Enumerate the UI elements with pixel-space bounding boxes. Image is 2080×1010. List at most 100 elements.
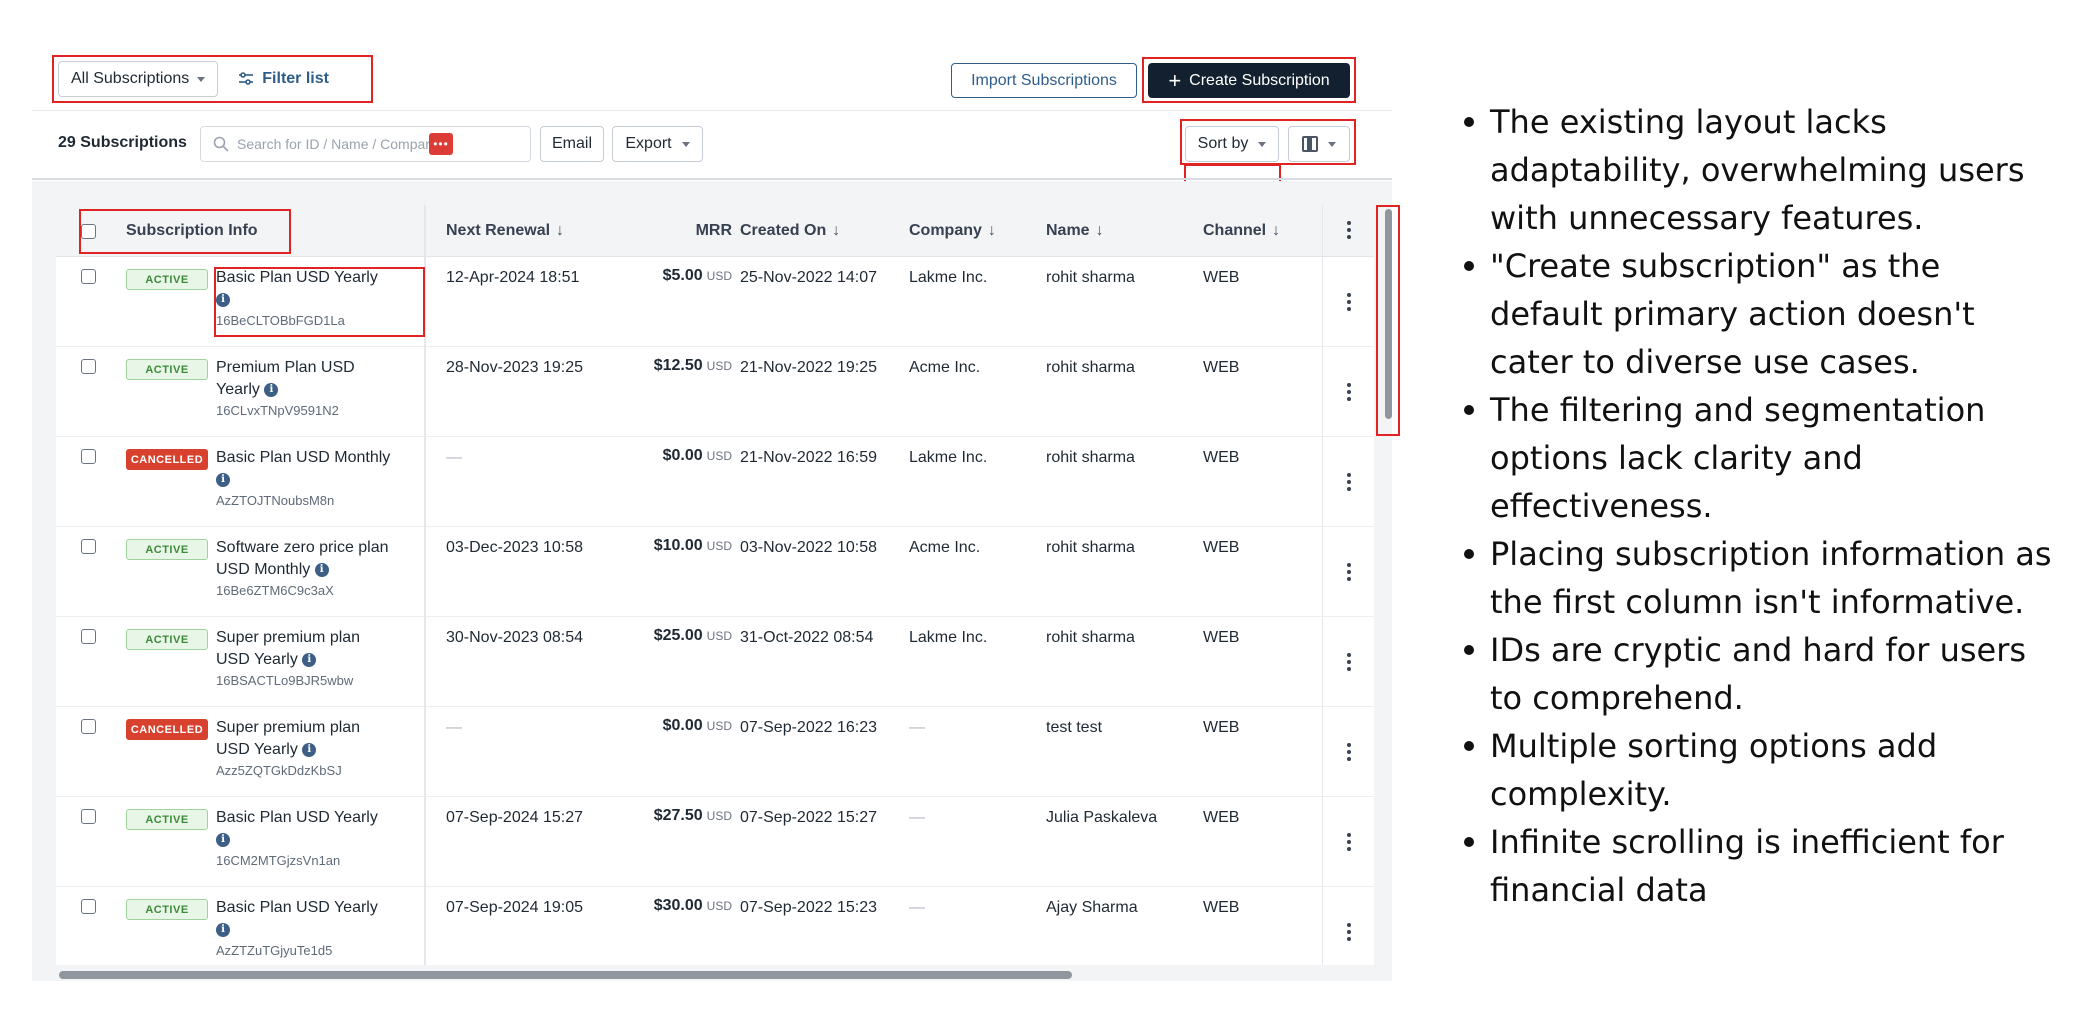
- columns-icon: [1302, 136, 1318, 152]
- customer-name: rohit sharma: [1046, 449, 1135, 466]
- import-subscriptions-button[interactable]: Import Subscriptions: [951, 63, 1137, 98]
- row-actions: [1322, 347, 1374, 436]
- note-item: IDs are cryptic and hard for users to co…: [1460, 626, 2060, 722]
- created-on: 21-Nov-2022 19:25: [740, 359, 877, 376]
- horizontal-scrollbar[interactable]: [59, 971, 1072, 979]
- info-icon[interactable]: i: [302, 742, 317, 757]
- plan-info[interactable]: Basic Plan USD Monthly i AzZTOJTNoubsM8n: [216, 447, 396, 511]
- channel: WEB: [1203, 719, 1240, 736]
- customer-name: rohit sharma: [1046, 269, 1135, 286]
- row-menu-icon[interactable]: [1347, 293, 1351, 314]
- import-label: Import Subscriptions: [971, 71, 1117, 89]
- plan-info[interactable]: Basic Plan USD Yearly i 16CM2MTGjzsVn1an: [216, 807, 396, 871]
- column-menu-icon[interactable]: [1347, 221, 1351, 242]
- plan-info[interactable]: Basic Plan USD Yearly i 16BeCLTOBbFGD1La: [216, 267, 396, 331]
- info-icon[interactable]: i: [216, 292, 230, 307]
- header-subscription-info: Subscription Info: [126, 222, 258, 239]
- plan-info[interactable]: Super premium plan USD Yearly i Azz5ZQTGk…: [216, 717, 396, 781]
- vertical-scrollbar[interactable]: [1385, 209, 1392, 419]
- info-icon[interactable]: i: [302, 652, 317, 667]
- row-checkbox[interactable]: [81, 269, 96, 284]
- table-row[interactable]: ACTIVE Basic Plan USD Yearly i 16BeCLTOBbF…: [56, 257, 1374, 347]
- search-input[interactable]: Search for ID / Name / Compar •••: [200, 126, 531, 162]
- arrow-down-icon: ↓: [832, 222, 841, 239]
- info-icon[interactable]: i: [216, 472, 230, 487]
- list-divider: [32, 178, 1392, 180]
- chevron-down-icon: [1328, 141, 1336, 147]
- row-checkbox[interactable]: [81, 539, 96, 554]
- table-row[interactable]: CANCELLED Basic Plan USD Monthly i AzZTOJT…: [56, 437, 1374, 527]
- table-container: Subscription Info Next Renewal ↓ MRR Crea…: [32, 181, 1392, 981]
- arrow-down-icon: ↓: [1272, 222, 1281, 239]
- plan-name: Basic Plan USD Monthly: [216, 449, 391, 466]
- select-all-checkbox[interactable]: [81, 224, 96, 239]
- row-actions: [1322, 617, 1374, 706]
- row-checkbox[interactable]: [81, 449, 96, 464]
- table-row[interactable]: ACTIVE Super premium plan USD Yearly i 16B…: [56, 617, 1374, 707]
- subscription-id: 16Be6ZTM6C9c3aX: [216, 583, 334, 598]
- table-row[interactable]: CANCELLED Super premium plan USD Yearly i…: [56, 707, 1374, 797]
- status-badge: ACTIVE: [126, 539, 208, 560]
- view-select[interactable]: All Subscriptions: [58, 61, 219, 97]
- next-renewal: 12-Apr-2024 18:51: [446, 269, 580, 286]
- table-row[interactable]: ACTIVE Basic Plan USD Yearly i 16CM2MTGjzs…: [56, 797, 1374, 887]
- row-actions: [1322, 437, 1374, 526]
- create-subscription-button[interactable]: + Create Subscription: [1148, 63, 1350, 98]
- channel: WEB: [1203, 539, 1240, 556]
- company: Acme Inc.: [909, 359, 981, 376]
- row-menu-icon[interactable]: [1347, 923, 1351, 944]
- header-created-on[interactable]: Created On ↓: [740, 205, 840, 257]
- plan-name: Basic Plan USD Yearly: [216, 899, 378, 916]
- info-icon[interactable]: i: [216, 922, 230, 937]
- company: —: [909, 899, 925, 916]
- status-badge: ACTIVE: [126, 269, 208, 290]
- row-menu-icon[interactable]: [1347, 473, 1351, 494]
- filter-icon: [239, 72, 254, 85]
- sort-by-button[interactable]: Sort by: [1185, 126, 1279, 162]
- channel: WEB: [1203, 359, 1240, 376]
- table-row[interactable]: ACTIVE Basic Plan USD Yearly i AzZTZuTGjyu…: [56, 887, 1374, 965]
- plan-info[interactable]: Premium Plan USD Yearly i 16CLvxTNpV9591N…: [216, 357, 396, 421]
- plus-icon: +: [1168, 67, 1182, 93]
- info-icon[interactable]: i: [216, 832, 230, 847]
- table-row[interactable]: ACTIVE Premium Plan USD Yearly i 16CLvxTNp…: [56, 347, 1374, 437]
- row-actions: [1322, 707, 1374, 796]
- mrr-value: $10.00 USD: [653, 537, 732, 554]
- export-button[interactable]: Export: [612, 126, 703, 162]
- header-name[interactable]: Name ↓: [1046, 205, 1104, 257]
- more-icon[interactable]: •••: [429, 133, 453, 155]
- sort-label: Sort by: [1197, 135, 1249, 152]
- plan-info[interactable]: Software zero price plan USD Monthly i 16…: [216, 537, 396, 601]
- status-badge: ACTIVE: [126, 629, 208, 650]
- plan-info[interactable]: Super premium plan USD Yearly i 16BSACTLo…: [216, 627, 396, 691]
- row-menu-icon[interactable]: [1347, 653, 1351, 674]
- header-next-renewal[interactable]: Next Renewal ↓: [446, 205, 564, 257]
- row-menu-icon[interactable]: [1347, 563, 1351, 584]
- header-company[interactable]: Company ↓: [909, 205, 996, 257]
- columns-button[interactable]: [1288, 126, 1350, 162]
- info-icon[interactable]: i: [314, 562, 329, 577]
- header-channel[interactable]: Channel ↓: [1203, 205, 1280, 257]
- row-menu-icon[interactable]: [1347, 383, 1351, 404]
- info-icon[interactable]: i: [264, 382, 279, 397]
- row-checkbox[interactable]: [81, 899, 96, 914]
- company: Lakme Inc.: [909, 629, 988, 646]
- row-menu-icon[interactable]: [1347, 743, 1351, 764]
- table-row[interactable]: ACTIVE Software zero price plan USD Month…: [56, 527, 1374, 617]
- mrr-value: $5.00 USD: [662, 267, 732, 284]
- channel: WEB: [1203, 809, 1240, 826]
- channel: WEB: [1203, 899, 1240, 916]
- mrr-value: $27.50 USD: [653, 807, 732, 824]
- row-checkbox[interactable]: [81, 359, 96, 374]
- plan-name: Software zero price plan USD Monthly: [216, 539, 389, 578]
- row-checkbox[interactable]: [81, 809, 96, 824]
- row-checkbox[interactable]: [81, 719, 96, 734]
- export-label: Export: [625, 135, 672, 152]
- row-menu-icon[interactable]: [1347, 833, 1351, 854]
- subscription-id: 16CM2MTGjzsVn1an: [216, 853, 341, 868]
- plan-info[interactable]: Basic Plan USD Yearly i AzZTZuTGjyuTe1d5: [216, 897, 396, 961]
- row-checkbox[interactable]: [81, 629, 96, 644]
- filter-list-button[interactable]: Filter list: [238, 70, 329, 88]
- email-button[interactable]: Email: [540, 126, 604, 162]
- status-badge: CANCELLED: [126, 449, 208, 470]
